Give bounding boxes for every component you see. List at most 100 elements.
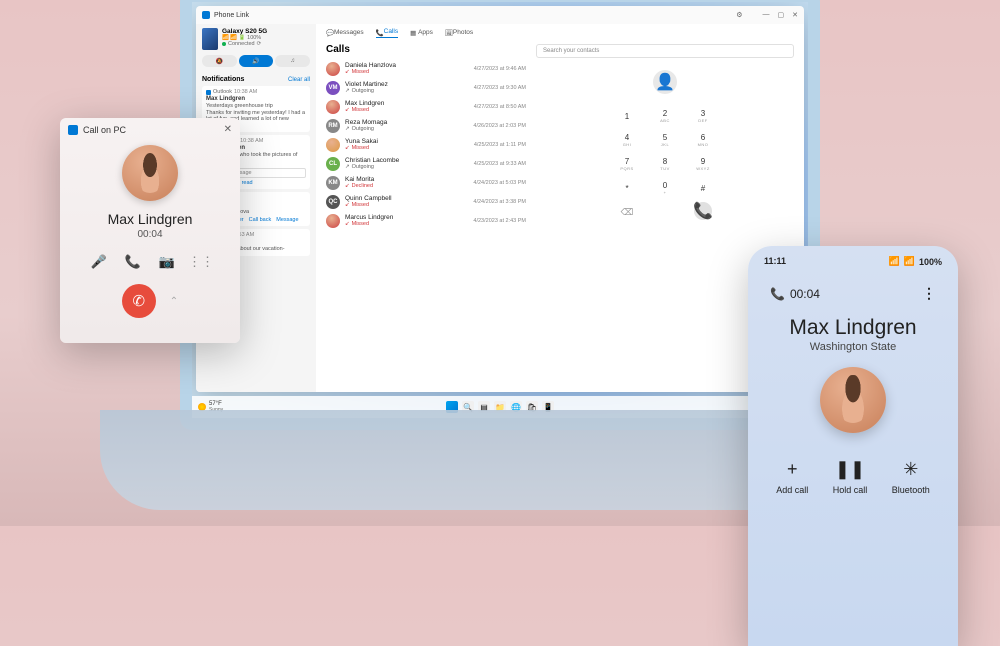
call-direction-icon: ↙ xyxy=(345,221,350,227)
maximize-button[interactable]: ▢ xyxy=(778,11,785,19)
call-list-item[interactable]: Marcus Lindgren ↙ Missed 4/23/2023 at 2:… xyxy=(326,211,526,230)
call-timer: 00:04 xyxy=(137,229,162,240)
dialpad-delete-button[interactable]: ⌫ xyxy=(610,202,644,222)
call-time: 4/27/2023 at 8:50 AM xyxy=(474,104,526,110)
device-thumbnail xyxy=(202,28,218,50)
call-direction-icon: ↗ xyxy=(345,126,350,132)
call-list-item[interactable]: QC Quinn Campbell ↙ Missed 4/24/2023 at … xyxy=(326,192,526,211)
call-time: 4/27/2023 at 9:30 AM xyxy=(474,85,526,91)
contact-avatar xyxy=(326,62,340,76)
clear-all-link[interactable]: Clear all xyxy=(288,77,310,83)
call-time: 4/24/2023 at 3:38 PM xyxy=(473,199,526,205)
call-status: ↙ Declined xyxy=(345,183,468,189)
dialpad-key-5[interactable]: 5JKL xyxy=(648,130,682,150)
tab-messages[interactable]: 💬Messages xyxy=(326,28,364,38)
call-status: ↙ Missed xyxy=(345,145,469,151)
dialpad-key-6[interactable]: 6MNO xyxy=(686,130,720,150)
phone-more-button[interactable]: ⋮ xyxy=(922,285,936,302)
call-list-item[interactable]: CL Christian Lacombe ↗ Outgoing 4/25/202… xyxy=(326,154,526,173)
minimize-button[interactable]: — xyxy=(763,11,770,19)
call-status: ↙ Missed xyxy=(345,69,469,75)
settings-icon[interactable]: ⚙ xyxy=(736,11,742,19)
video-button[interactable]: 📷 xyxy=(159,254,175,270)
dialpad-key-4[interactable]: 4GHI xyxy=(610,130,644,150)
end-call-button[interactable]: ✆ xyxy=(122,284,156,318)
call-status: ↗ Outgoing xyxy=(345,126,468,132)
device-status[interactable]: Galaxy S20 5G 📶 📶 🔋 100% Connected⟳ xyxy=(202,28,310,50)
phone-caller-location: Washington State xyxy=(764,341,942,353)
signal-icon: 📶 xyxy=(904,256,915,267)
call-list-item[interactable]: Max Lindgren ↙ Missed 4/27/2023 at 8:50 … xyxy=(326,97,526,116)
call-list-item[interactable]: KM Kai Morita ↙ Declined 4/24/2023 at 5:… xyxy=(326,173,526,192)
dialpad-key-9[interactable]: 9WXYZ xyxy=(686,154,720,174)
call-direction-icon: ↙ xyxy=(345,69,350,75)
dnd-on-button[interactable]: 🔊 xyxy=(239,55,274,67)
call-time: 4/27/2023 at 9:46 AM xyxy=(474,66,526,72)
call-direction-icon: ↙ xyxy=(345,145,350,151)
call-list-item[interactable]: RM Reza Momaga ↗ Outgoing 4/26/2023 at 2… xyxy=(326,116,526,135)
call-list-item[interactable]: VM Violet Martinez ↗ Outgoing 4/27/2023 … xyxy=(326,78,526,97)
music-button[interactable]: ♫ xyxy=(275,55,310,67)
app-source-icon xyxy=(206,90,211,95)
tab-photos[interactable]: 🖼Photos xyxy=(445,28,473,38)
call-list-item[interactable]: Yuna Sakai ↙ Missed 4/25/2023 at 1:11 PM xyxy=(326,135,526,154)
call-window-icon xyxy=(68,125,78,135)
dialpad-toggle-button[interactable]: ⋮⋮ xyxy=(193,254,209,270)
call-window-title: Call on PC xyxy=(83,125,126,135)
dnd-off-button[interactable]: 🔕 xyxy=(202,55,237,67)
phone-action-add call[interactable]: + Add call xyxy=(776,459,808,495)
phone-action-hold call[interactable]: ❚❚ Hold call xyxy=(833,459,868,495)
call-time: 4/25/2023 at 1:11 PM xyxy=(474,142,526,148)
titlebar: Phone Link ⚙ — ▢ ✕ xyxy=(196,6,804,24)
call-direction-icon: ↙ xyxy=(345,183,350,189)
contact-avatar: QC xyxy=(326,195,340,209)
contact-avatar: RM xyxy=(326,119,340,133)
dialpad-key-*[interactable]: * xyxy=(610,178,644,198)
dialpad-key-7[interactable]: 7PQRS xyxy=(610,154,644,174)
call-direction-icon: ↙ xyxy=(345,107,350,113)
dialpad-key-#[interactable]: # xyxy=(686,178,720,198)
laptop-screen: Phone Link ⚙ — ▢ ✕ Galaxy S20 5G 📶 📶 🔋 1… xyxy=(180,0,820,430)
app-title: Phone Link xyxy=(214,12,249,19)
phone-clock: 11:11 xyxy=(764,256,786,267)
call-list-item[interactable]: Daniela Hanzlova ↙ Missed 4/27/2023 at 9… xyxy=(326,59,526,78)
grid-icon: ▦ xyxy=(410,29,416,35)
tab-apps[interactable]: ▦Apps xyxy=(410,28,433,38)
phone-call-icon: 📞 xyxy=(770,287,785,301)
dialpad-key-3[interactable]: 3DEF xyxy=(686,106,720,126)
phone-call-timer: 00:04 xyxy=(790,287,820,301)
search-input[interactable]: Search your contacts xyxy=(536,44,794,58)
contact-avatar xyxy=(326,100,340,114)
phone-caller-avatar xyxy=(820,367,886,433)
notif-action-link[interactable]: Call back xyxy=(249,217,272,223)
refresh-icon[interactable]: ⟳ xyxy=(257,41,262,47)
close-button[interactable]: ✕ xyxy=(792,11,798,19)
transfer-button[interactable]: 📞 xyxy=(125,254,141,270)
notif-action-link[interactable]: Message xyxy=(276,217,298,223)
call-time: 4/26/2023 at 2:03 PM xyxy=(473,123,526,129)
call-window-close-button[interactable]: ✕ xyxy=(224,124,232,135)
dialpad-key-0[interactable]: 0+ xyxy=(648,178,682,198)
phone-icon: 📞 xyxy=(376,29,382,35)
tab-calls[interactable]: 📞Calls xyxy=(376,28,398,38)
mute-button[interactable]: 🎤 xyxy=(91,254,107,270)
phone-action-icon: + xyxy=(787,459,798,481)
battery-label: 100% xyxy=(919,257,942,267)
contact-avatar: CL xyxy=(326,157,340,171)
call-name: Yuna Sakai xyxy=(345,138,469,145)
dialpad: 12ABC3DEF 4GHI5JKL6MNO 7PQRS8TUV9WXYZ *0+# xyxy=(610,106,720,198)
device-name: Galaxy S20 5G xyxy=(222,28,310,35)
dialpad-key-1[interactable]: 1 xyxy=(610,106,644,126)
phone-action-icon: ❚❚ xyxy=(835,459,865,481)
wifi-icon: 📶 xyxy=(889,256,900,267)
phone-caller-name: Max Lindgren xyxy=(764,316,942,340)
phone-link-window: Phone Link ⚙ — ▢ ✕ Galaxy S20 5G 📶 📶 🔋 1… xyxy=(196,6,804,392)
call-time: 4/25/2023 at 9:33 AM xyxy=(474,161,526,167)
dialpad-call-button[interactable]: 📞 xyxy=(694,202,712,220)
phone-action-icon: ✳ xyxy=(903,459,918,481)
tabs: 💬Messages 📞Calls ▦Apps 🖼Photos xyxy=(316,24,804,40)
phone-action-bluetooth[interactable]: ✳ Bluetooth xyxy=(892,459,930,495)
dialpad-key-2[interactable]: 2ABC xyxy=(648,106,682,126)
dialpad-key-8[interactable]: 8TUV xyxy=(648,154,682,174)
expand-button[interactable]: ⌃ xyxy=(170,296,178,307)
